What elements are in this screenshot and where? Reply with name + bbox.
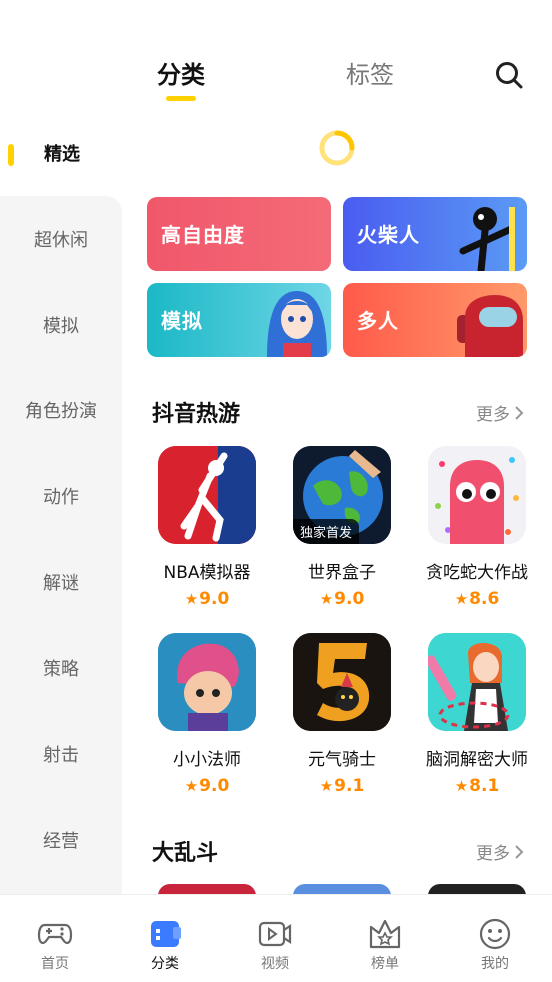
tab-category[interactable]: 分类	[157, 58, 205, 92]
nav-label: 我的	[481, 956, 509, 972]
category-tile-simulation[interactable]: 模拟	[147, 283, 331, 357]
sidebar-item-action[interactable]: 动作	[0, 485, 122, 511]
category-tile-high-freedom[interactable]: 高自由度	[147, 197, 331, 271]
nav-category[interactable]: 分类	[110, 915, 220, 973]
category-tile-label: 多人	[357, 309, 399, 333]
nav-profile[interactable]: 我的	[440, 915, 550, 973]
exclusive-badge: 独家首发	[293, 519, 360, 544]
game-name[interactable]: 世界盒子	[274, 558, 410, 583]
wizard-character-icon	[158, 633, 256, 731]
sidebar-item-roleplay[interactable]: 角色扮演	[0, 399, 122, 425]
category-icon	[151, 921, 181, 947]
star-icon: ★	[454, 777, 469, 795]
category-tile-label: 高自由度	[161, 223, 245, 247]
more-link-douyin-hot[interactable]: 更多	[476, 400, 524, 425]
tab-tags[interactable]: 标签	[346, 58, 394, 92]
section-title-douyin-hot: 抖音热游	[152, 402, 241, 427]
ranking-icon	[369, 919, 401, 949]
loading-spinner-icon	[319, 130, 355, 166]
nav-label: 视频	[261, 956, 289, 972]
bottom-nav: 首页 分类 视频 榜单 我的	[0, 894, 552, 982]
star-icon: ★	[319, 590, 334, 608]
chevron-right-icon	[515, 844, 524, 859]
nav-label: 首页	[41, 956, 69, 972]
game-rating: ★9.0	[184, 589, 230, 609]
nav-label: 榜单	[371, 956, 399, 972]
category-tile-label: 模拟	[161, 309, 203, 333]
snake-eyes-icon	[428, 446, 526, 544]
star-icon: ★	[454, 590, 469, 608]
category-tile-stickman[interactable]: 火柴人	[343, 197, 527, 271]
video-icon	[258, 921, 292, 947]
sidebar-item-hypercasual[interactable]: 超休闲	[0, 228, 122, 254]
game-rating: ★9.0	[319, 589, 365, 609]
more-link-label: 更多	[476, 405, 510, 425]
sidebar-active-indicator	[8, 144, 14, 166]
game-name[interactable]: 贪吃蛇大作战	[409, 558, 545, 583]
nav-label: 分类	[151, 956, 179, 972]
category-tile-label: 火柴人	[357, 223, 420, 247]
game-icon-worldbox[interactable]: 独家首发	[293, 446, 391, 544]
more-link-brawl[interactable]: 更多	[476, 839, 524, 864]
sidebar-item-simulation[interactable]: 模拟	[0, 314, 122, 340]
sidebar-item-strategy[interactable]: 策略	[0, 657, 122, 683]
star-icon: ★	[184, 777, 199, 795]
nav-video[interactable]: 视频	[220, 915, 330, 973]
star-icon: ★	[319, 777, 334, 795]
game-icon-little-mage[interactable]	[158, 633, 256, 731]
category-tile-multiplayer[interactable]: 多人	[343, 283, 527, 357]
basketball-player-icon	[158, 446, 256, 544]
game-name[interactable]: NBA模拟器	[139, 558, 275, 583]
stickman-illustration-icon	[459, 207, 515, 271]
game-icon-snake[interactable]	[428, 446, 526, 544]
game-rating: ★9.1	[319, 776, 365, 796]
game-icon-soul-knight[interactable]	[293, 633, 391, 731]
game-icon-nba[interactable]	[158, 446, 256, 544]
sidebar-item-puzzle[interactable]: 解谜	[0, 571, 122, 597]
section-title-brawl: 大乱斗	[152, 841, 219, 866]
game-name[interactable]: 小小法师	[139, 745, 275, 770]
sidebar-item-shooter[interactable]: 射击	[0, 743, 122, 769]
sidebar-item-featured[interactable]: 精选	[44, 142, 80, 168]
search-button[interactable]	[494, 60, 524, 90]
search-icon	[496, 62, 523, 89]
anime-girl-illustration-icon	[267, 291, 327, 357]
star-icon: ★	[184, 590, 199, 608]
gamepad-icon	[37, 923, 73, 945]
more-link-label: 更多	[476, 844, 510, 864]
game-rating: ★8.6	[454, 589, 500, 609]
profile-smile-icon	[479, 918, 511, 950]
chevron-right-icon	[515, 405, 524, 420]
sidebar	[0, 196, 122, 896]
game-name[interactable]: 元气骑士	[274, 745, 410, 770]
maid-puzzle-icon	[428, 633, 526, 731]
sidebar-item-management[interactable]: 经营	[0, 829, 122, 855]
game-name[interactable]: 脑洞解密大师	[409, 745, 545, 770]
nav-ranking[interactable]: 榜单	[330, 915, 440, 973]
game-rating: ★8.1	[454, 776, 500, 796]
soul-knight-icon	[293, 633, 391, 731]
game-icon-brain-puzzle[interactable]	[428, 633, 526, 731]
nav-home[interactable]: 首页	[0, 915, 110, 973]
game-rating: ★9.0	[184, 776, 230, 796]
tab-active-indicator	[166, 96, 196, 101]
crewmate-illustration-icon	[457, 295, 523, 357]
